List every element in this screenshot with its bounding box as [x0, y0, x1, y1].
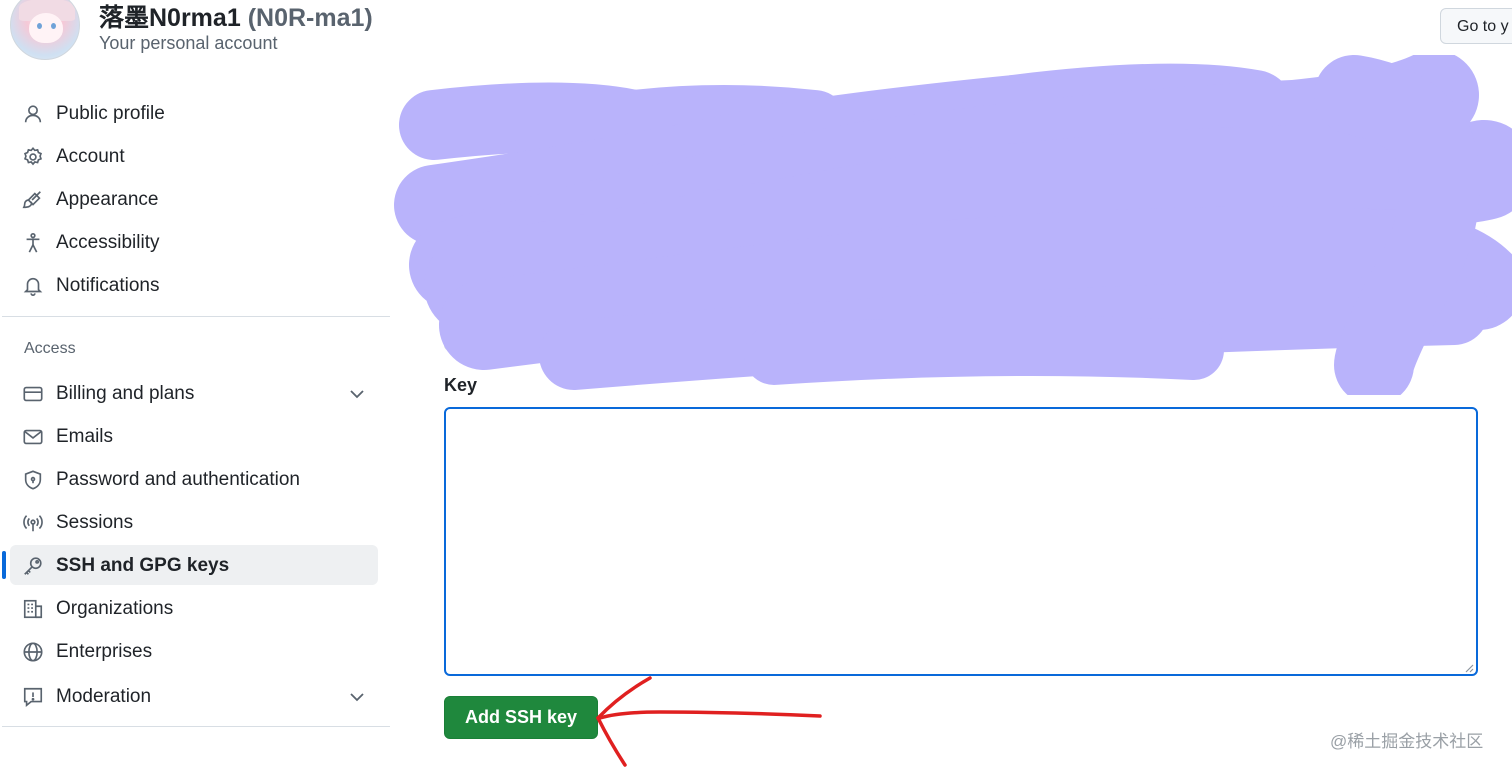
bell-icon [22, 275, 44, 297]
sidebar-item-appearance[interactable]: Appearance [10, 179, 378, 219]
key-textarea[interactable] [444, 407, 1478, 676]
sidebar-section-access: Access [24, 340, 76, 357]
sidebar-item-public-profile[interactable]: Public profile [10, 93, 378, 133]
key-type-label: Key type [444, 276, 520, 296]
sidebar-item-ssh-gpg-keys[interactable]: SSH and GPG keys [2, 545, 378, 585]
sidebar-item-notifications[interactable]: Notifications [10, 265, 378, 305]
add-ssh-key-button[interactable]: Add SSH key [444, 696, 598, 739]
credit-card-icon [22, 383, 44, 405]
sidebar-divider [2, 316, 390, 317]
shield-lock-icon [22, 469, 44, 491]
sidebar-item-organizations[interactable]: Organizations [10, 588, 378, 628]
report-icon [22, 686, 44, 708]
gear-icon [22, 146, 44, 168]
key-label: Key [444, 375, 478, 395]
account-subtitle: Your personal account [99, 33, 278, 53]
sidebar-item-billing[interactable]: Billing and plans [10, 373, 378, 413]
sidebar-item-label: Emails [56, 426, 114, 447]
sidebar-item-account[interactable]: Account [10, 136, 378, 176]
sidebar-item-label: Accessibility [56, 232, 160, 253]
paintbrush-icon [22, 189, 44, 211]
chevron-down-icon[interactable] [348, 385, 366, 403]
account-name[interactable]: 落墨N0rma1 (N0R-ma1) [99, 0, 373, 34]
key-type-value: Authentication Key [461, 321, 612, 341]
sidebar-item-label: Public profile [56, 103, 165, 124]
sidebar-item-enterprises[interactable]: Enterprises [10, 631, 378, 671]
person-icon [22, 103, 44, 125]
globe-icon [22, 641, 44, 663]
title-label: Title [444, 177, 481, 197]
sidebar-item-label: SSH and GPG keys [56, 555, 230, 576]
organization-icon [22, 598, 44, 620]
sidebar-item-moderation[interactable]: Moderation [10, 676, 378, 716]
accessibility-icon [22, 232, 44, 254]
sidebar-item-emails[interactable]: Emails [10, 416, 378, 456]
sidebar-item-label: Notifications [56, 275, 160, 296]
title-divider [444, 150, 1478, 151]
sidebar-item-password[interactable]: Password and authentication [10, 459, 378, 499]
sidebar-item-label: Moderation [56, 686, 152, 707]
sidebar-item-label: Appearance [56, 189, 159, 210]
avatar[interactable] [10, 0, 80, 60]
key-icon [22, 555, 44, 577]
go-to-profile-button[interactable]: Go to y [1440, 8, 1512, 44]
sidebar-item-label: Account [56, 146, 125, 167]
annotation-arrow [596, 676, 822, 767]
sidebar-divider [2, 726, 390, 727]
account-header: 落墨N0rma1 (N0R-ma1) Your personal account… [0, 0, 1512, 70]
broadcast-icon [22, 512, 44, 534]
mail-icon [22, 426, 44, 448]
page-title: Add new SSH Key [444, 95, 708, 131]
chevron-down-icon[interactable] [348, 688, 366, 706]
select-arrows-icon [627, 321, 641, 339]
sidebar-item-label: Enterprises [56, 641, 153, 662]
user-display-name: 落墨N0rma1 [99, 4, 241, 32]
sidebar-item-label: Password and authentication [56, 469, 300, 490]
sidebar-item-accessibility[interactable]: Accessibility [10, 222, 378, 262]
sidebar-item-label: Organizations [56, 598, 174, 619]
resize-handle-icon[interactable] [1462, 660, 1474, 673]
sidebar-item-sessions[interactable]: Sessions [10, 502, 378, 542]
key-type-select[interactable]: Authentication Key [444, 308, 652, 351]
title-input[interactable] [444, 209, 1036, 251]
user-login: (N0R-ma1) [247, 4, 373, 32]
sidebar-item-label: Billing and plans [56, 383, 195, 404]
sidebar-item-label: Sessions [56, 512, 134, 533]
watermark: @稀土掘金技术社区 [1330, 732, 1484, 751]
